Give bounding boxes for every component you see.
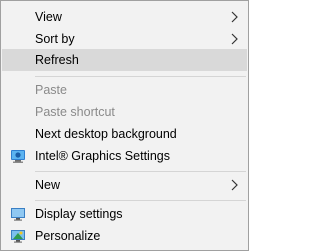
menu-separator — [35, 200, 246, 201]
menu-item-display-settings[interactable]: Display settings — [2, 203, 247, 225]
menu-item-paste-shortcut-label: Paste shortcut — [35, 105, 115, 119]
desktop-context-menu: View Sort by Refresh Paste Paste shortcu… — [0, 0, 249, 251]
menu-item-sort-by[interactable]: Sort by — [2, 28, 247, 50]
menu-item-personalize-label: Personalize — [35, 229, 101, 243]
personalize-icon — [11, 230, 25, 243]
menu-item-refresh[interactable]: Refresh — [2, 49, 247, 71]
menu-item-next-desktop-background-label: Next desktop background — [35, 127, 177, 141]
menu-item-paste[interactable]: Paste — [2, 79, 247, 101]
menu-item-view[interactable]: View — [2, 6, 247, 28]
menu-item-refresh-label: Refresh — [35, 53, 79, 67]
menu-item-intel-graphics-settings[interactable]: Intel® Graphics Settings — [2, 145, 247, 167]
menu-item-paste-shortcut[interactable]: Paste shortcut — [2, 101, 247, 123]
menu-item-new[interactable]: New — [2, 174, 247, 196]
intel-graphics-icon — [11, 150, 25, 163]
chevron-right-icon — [231, 33, 238, 45]
menu-item-next-desktop-background[interactable]: Next desktop background — [2, 123, 247, 145]
chevron-right-icon — [231, 11, 238, 23]
menu-item-paste-label: Paste — [35, 83, 67, 97]
menu-item-view-label: View — [35, 10, 62, 24]
display-settings-icon — [11, 208, 25, 221]
menu-separator — [35, 171, 246, 172]
menu-item-new-label: New — [35, 178, 61, 192]
menu-item-display-settings-label: Display settings — [35, 207, 123, 221]
chevron-right-icon — [231, 179, 238, 191]
menu-item-sort-by-label: Sort by — [35, 32, 75, 46]
menu-item-personalize[interactable]: Personalize — [2, 225, 247, 247]
menu-item-intel-graphics-settings-label: Intel® Graphics Settings — [35, 149, 170, 163]
menu-separator — [35, 76, 246, 77]
